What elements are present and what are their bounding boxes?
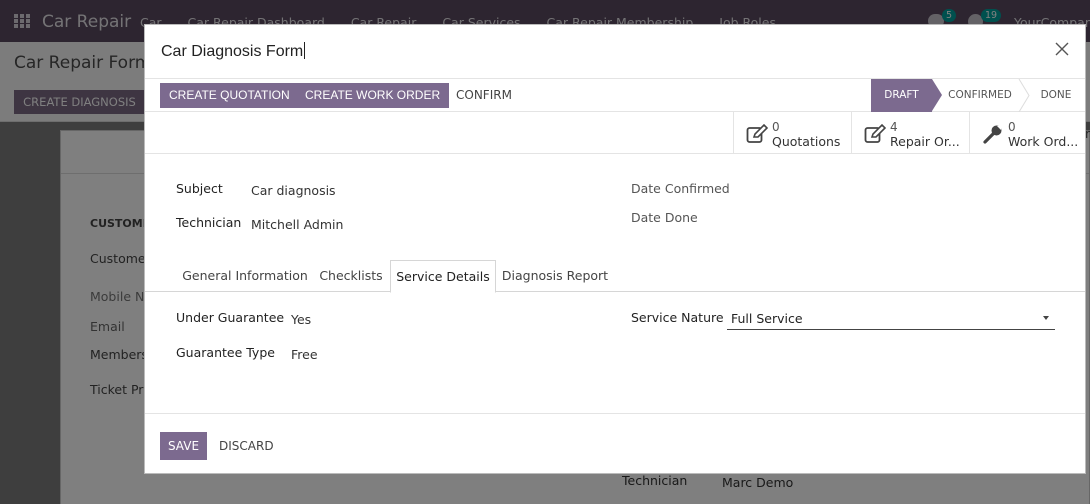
quotations-count: 0 bbox=[772, 120, 780, 134]
technician-field[interactable]: Mitchell Admin bbox=[251, 217, 343, 232]
dialog-title: Car Diagnosis Form bbox=[161, 42, 306, 60]
technician-label: Technician bbox=[176, 215, 242, 230]
close-icon[interactable] bbox=[1053, 40, 1071, 58]
subject-label: Subject bbox=[176, 181, 223, 196]
stage-draft[interactable]: DRAFT bbox=[871, 79, 932, 112]
stage-done[interactable]: DONE bbox=[1031, 79, 1081, 112]
under-guarantee-label: Under Guarantee bbox=[176, 310, 285, 325]
date-done-label: Date Done bbox=[631, 210, 698, 225]
repair-orders-smart-button[interactable]: 4 Repair Or... bbox=[851, 112, 969, 154]
car-diagnosis-dialog: Car Diagnosis Form CREATE QUOTATION CREA… bbox=[144, 24, 1086, 474]
subject-field[interactable]: Car diagnosis bbox=[251, 183, 336, 198]
tab-diagnosis-report[interactable]: Diagnosis Report bbox=[496, 260, 614, 292]
work-orders-label: Work Ord... bbox=[1008, 134, 1079, 149]
tab-general-information[interactable]: General Information bbox=[177, 260, 313, 292]
tab-service-details[interactable]: Service Details bbox=[390, 260, 496, 293]
dialog-header: Car Diagnosis Form bbox=[145, 25, 1085, 79]
create-quotation-button[interactable]: CREATE QUOTATION bbox=[160, 83, 299, 108]
service-nature-label: Service Nature bbox=[631, 310, 724, 325]
work-orders-count: 0 bbox=[1008, 120, 1016, 134]
discard-button[interactable]: DISCARD bbox=[219, 432, 274, 460]
guarantee-type-label: Guarantee Type bbox=[176, 345, 275, 360]
save-button[interactable]: SAVE bbox=[160, 432, 207, 460]
work-orders-smart-button[interactable]: 0 Work Ord... bbox=[969, 112, 1087, 154]
quotations-label: Quotations bbox=[772, 134, 841, 149]
dialog-footer: SAVE DISCARD bbox=[145, 413, 1085, 475]
guarantee-type-field[interactable]: Free bbox=[291, 347, 318, 362]
service-nature-select[interactable]: Full Service bbox=[727, 306, 1055, 330]
date-confirmed-label: Date Confirmed bbox=[631, 181, 730, 196]
service-nature-value: Full Service bbox=[731, 311, 803, 326]
wrench-icon bbox=[983, 125, 1002, 144]
create-work-order-button[interactable]: CREATE WORK ORDER bbox=[296, 83, 450, 108]
repair-orders-count: 4 bbox=[890, 120, 898, 134]
quotations-smart-button[interactable]: 0 Quotations bbox=[733, 112, 851, 154]
smart-button-box: 0 Quotations 4 Repair Or... 0 Work Ord..… bbox=[145, 112, 1085, 154]
notebook-tabs: General Information Checklists Service D… bbox=[145, 260, 1085, 293]
confirm-button[interactable]: CONFIRM bbox=[448, 83, 520, 108]
repair-orders-label: Repair Or... bbox=[890, 134, 960, 149]
under-guarantee-field[interactable]: Yes bbox=[291, 312, 311, 327]
status-bar: CREATE QUOTATION CREATE WORK ORDER CONFI… bbox=[145, 78, 1085, 113]
stage-separator-icon bbox=[1018, 78, 1030, 116]
chevron-down-icon bbox=[1043, 316, 1049, 320]
edit-icon bbox=[864, 124, 886, 143]
stage-confirmed[interactable]: CONFIRMED bbox=[942, 79, 1018, 112]
tab-checklists[interactable]: Checklists bbox=[313, 260, 389, 292]
edit-icon bbox=[746, 124, 768, 143]
